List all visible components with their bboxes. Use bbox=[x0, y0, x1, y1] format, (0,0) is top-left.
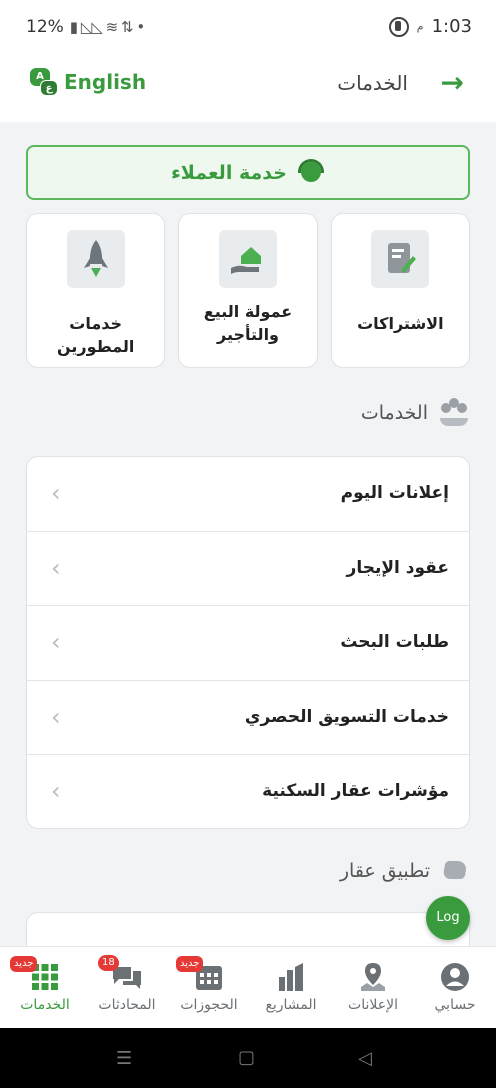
list-item-today-ads[interactable]: إعلانات اليوم ‹ bbox=[27, 457, 469, 532]
people-hand-icon bbox=[438, 398, 470, 428]
back-arrow-icon[interactable]: → bbox=[441, 68, 464, 98]
nav-item-bookings[interactable]: جديد الحجوزات bbox=[168, 947, 250, 1029]
signal-icons: ▮ ◺◺ ≋ ⇅ • bbox=[69, 18, 145, 36]
nav-label: حسابي bbox=[434, 997, 476, 1013]
nav-item-account[interactable]: حسابي bbox=[414, 947, 496, 1029]
list-item-label: طلبات البحث bbox=[340, 632, 449, 653]
battery-percent: 12% bbox=[26, 17, 64, 37]
rocket-icon bbox=[66, 230, 125, 288]
nav-label: الحجوزات bbox=[180, 997, 238, 1013]
buildings-icon bbox=[275, 961, 307, 993]
map-pin-icon bbox=[357, 961, 389, 993]
chevron-left-icon: ‹ bbox=[51, 777, 61, 806]
menu-icon[interactable]: ☰ bbox=[116, 1048, 132, 1069]
new-badge: جديد bbox=[176, 956, 204, 972]
card-subscriptions[interactable]: الاشتراكات bbox=[330, 213, 470, 368]
time-period: م bbox=[416, 20, 424, 33]
system-nav-bar: ☰ ▢ ◁ bbox=[0, 1028, 496, 1088]
list-item-label: خدمات التسويق الحصري bbox=[244, 706, 449, 727]
list-item-label: مؤشرات عقار السكنية bbox=[262, 781, 449, 802]
section-title: الخدمات bbox=[360, 402, 428, 424]
account-icon bbox=[439, 961, 471, 993]
nav-label: الخدمات bbox=[20, 997, 70, 1013]
language-toggle-button[interactable]: A ع English bbox=[30, 68, 146, 96]
list-item-search-requests[interactable]: طلبات البحث ‹ bbox=[27, 606, 469, 681]
list-item-label: عقود الإيجار bbox=[346, 557, 449, 578]
saudi-map-icon bbox=[440, 858, 470, 884]
new-badge: جديد bbox=[10, 956, 38, 972]
app-header: A ع English الخدمات → bbox=[0, 56, 496, 122]
nav-label: المحادثات bbox=[98, 997, 156, 1013]
log-button[interactable]: Log bbox=[426, 896, 470, 940]
back-triangle-icon[interactable]: ◁ bbox=[358, 1048, 372, 1069]
nav-label: الإعلانات bbox=[348, 997, 398, 1013]
status-right: م 1:03 bbox=[388, 16, 472, 37]
chevron-left-icon: ‹ bbox=[51, 628, 61, 657]
nav-item-projects[interactable]: المشاريع bbox=[250, 947, 332, 1029]
subscription-scroll-icon bbox=[371, 230, 430, 288]
chevron-left-icon: ‹ bbox=[51, 702, 61, 731]
nav-label: المشاريع bbox=[265, 997, 317, 1013]
bottom-nav: حسابي الإعلانات المشاريع جديد الحجوزات 1… bbox=[0, 946, 496, 1028]
services-section-header: الخدمات bbox=[361, 398, 470, 428]
nav-item-services[interactable]: جديد الخدمات bbox=[4, 947, 86, 1029]
list-item-lease-contracts[interactable]: عقود الإيجار ‹ bbox=[27, 532, 469, 607]
list-item-exclusive-marketing[interactable]: خدمات التسويق الحصري ‹ bbox=[27, 681, 469, 756]
list-item-residential-indicators[interactable]: مؤشرات عقار السكنية ‹ bbox=[27, 755, 469, 828]
card-label: عمولة البيع والتأجير bbox=[203, 302, 293, 344]
card-developer-services[interactable]: خدمات المطورين bbox=[26, 213, 166, 368]
clock-time: 1:03 bbox=[431, 16, 472, 37]
house-in-hand-icon bbox=[219, 230, 277, 288]
status-bar: 12% ▮ ◺◺ ≋ ⇅ • م 1:03 bbox=[0, 0, 496, 56]
chevron-left-icon: ‹ bbox=[51, 553, 61, 582]
customer-service-button[interactable]: خدمة العملاء bbox=[26, 145, 470, 200]
service-cards: الاشتراكات عمولة البيع والتأجير خدمات ال… bbox=[26, 213, 470, 368]
page-title: الخدمات bbox=[337, 71, 408, 95]
status-left: 12% ▮ ◺◺ ≋ ⇅ • bbox=[26, 17, 145, 37]
headset-icon bbox=[297, 158, 325, 187]
app-status-icon bbox=[388, 16, 409, 37]
card-label: الاشتراكات bbox=[357, 314, 444, 333]
section-title: تطبيق عقار bbox=[339, 860, 430, 882]
unread-count-badge: 18 bbox=[98, 955, 119, 971]
card-commission[interactable]: عمولة البيع والتأجير bbox=[178, 213, 318, 368]
list-item-label: إعلانات اليوم bbox=[340, 483, 449, 503]
language-label: English bbox=[64, 70, 147, 94]
home-square-icon[interactable]: ▢ bbox=[238, 1047, 255, 1068]
chevron-left-icon: ‹ bbox=[51, 479, 61, 507]
aqar-section-header: تطبيق عقار bbox=[340, 858, 470, 884]
language-icon: A ع bbox=[30, 68, 58, 96]
language-icon-b: ع bbox=[40, 80, 58, 96]
customer-service-label: خدمة العملاء bbox=[171, 161, 287, 184]
services-list: إعلانات اليوم ‹ عقود الإيجار ‹ طلبات الب… bbox=[26, 456, 470, 829]
nav-item-chats[interactable]: 18 المحادثات bbox=[86, 947, 168, 1029]
nav-item-ads[interactable]: الإعلانات bbox=[332, 947, 414, 1029]
card-label: خدمات المطورين bbox=[56, 314, 135, 356]
